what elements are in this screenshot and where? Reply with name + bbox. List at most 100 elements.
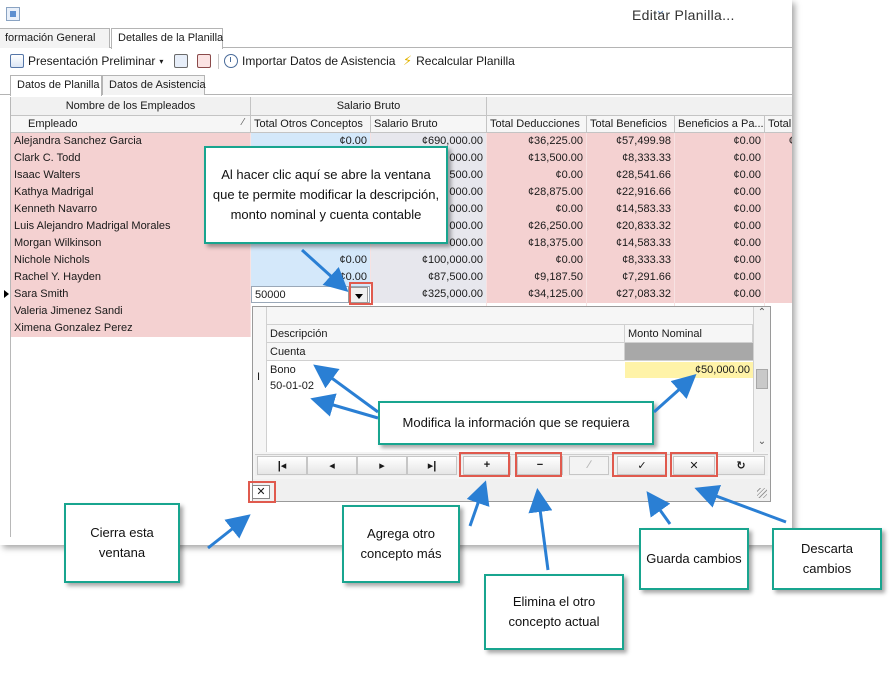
callout-discard: Descarta cambios (772, 528, 882, 590)
popup-sub-amount-blank (625, 343, 753, 361)
cell-beneficios-pa[interactable]: ¢0.00 (675, 133, 765, 150)
popup-footer (253, 479, 770, 501)
nav-edit-button[interactable]: ∕ (569, 456, 609, 475)
cell-beneficios[interactable]: ¢28,541.66 (587, 167, 675, 184)
table-row[interactable]: Rachel Y. Hayden ¢0.00 ¢87,500.00 ¢9,187.50… (11, 269, 792, 286)
cell-total[interactable] (765, 235, 792, 252)
cell-beneficios-pa[interactable]: ¢0.00 (675, 286, 765, 303)
col-header-employee[interactable]: Empleado ⁄ (11, 116, 251, 133)
document-icon[interactable] (197, 54, 211, 68)
nav-prev-button[interactable]: ◂ (307, 456, 357, 475)
cell-beneficios-pa[interactable]: ¢0.00 (675, 184, 765, 201)
cell-deducciones[interactable]: ¢18,375.00 (487, 235, 587, 252)
preview-button[interactable]: Presentación Preliminar ▾ (10, 53, 163, 69)
cell-beneficios[interactable]: ¢22,916.66 (587, 184, 675, 201)
cell-beneficios[interactable]: ¢20,833.32 (587, 218, 675, 235)
cell-total[interactable] (765, 218, 792, 235)
cell-beneficios[interactable]: ¢7,291.66 (587, 269, 675, 286)
cell-beneficios[interactable]: ¢8,333.33 (587, 252, 675, 269)
cell-total[interactable] (765, 269, 792, 286)
cell-deducciones[interactable]: ¢9,187.50 (487, 269, 587, 286)
scroll-down-icon[interactable]: ⌄ (754, 436, 770, 452)
col-header-beneficios[interactable]: Total Beneficios (587, 116, 675, 133)
nav-next-button[interactable]: ▸ (357, 456, 407, 475)
cell-total[interactable]: ¢0 (765, 133, 792, 150)
tab-informacion-general[interactable]: formación General (0, 28, 110, 48)
cell-total[interactable] (765, 286, 792, 303)
scroll-up-icon[interactable]: ⌃ (754, 307, 770, 323)
app-icon (6, 7, 20, 21)
col-header-deducciones[interactable]: Total Deducciones (487, 116, 587, 133)
preview-label: Presentación Preliminar (28, 54, 156, 68)
cell-beneficios[interactable]: ¢14,583.33 (587, 235, 675, 252)
cell-deducciones[interactable]: ¢36,225.00 (487, 133, 587, 150)
popup-description-input[interactable]: Bono (267, 362, 625, 378)
tab-datos-planilla[interactable]: Datos de Planilla (10, 75, 102, 96)
row-indicator (2, 153, 11, 164)
cell-beneficios-pa[interactable]: ¢0.00 (675, 201, 765, 218)
nav-first-button[interactable]: |◂ (257, 456, 307, 475)
nav-last-button[interactable]: ▸| (407, 456, 457, 475)
cell-bruto[interactable]: ¢87,500.00 (371, 269, 487, 286)
tab-detalles-planilla[interactable]: Detalles de la Planilla (111, 28, 223, 49)
dropdown-highlight (349, 282, 373, 305)
cell-deducciones[interactable]: ¢28,875.00 (487, 184, 587, 201)
cell-name[interactable]: Nichole Nichols (11, 252, 251, 269)
cell-total[interactable] (765, 252, 792, 269)
popup-amount-input[interactable]: ¢50,000.00 (625, 362, 753, 378)
band-header-row: Nombre de los Empleados Salario Bruto (11, 97, 792, 116)
import-attendance-button[interactable]: Importar Datos de Asistencia (224, 53, 395, 69)
cell-total[interactable] (765, 167, 792, 184)
title-bar: ⌄ Editar Planilla... (0, 0, 792, 28)
cell-beneficios[interactable]: ¢27,083.32 (587, 286, 675, 303)
cell-name[interactable]: Ximena Gonzalez Perez (11, 320, 251, 337)
col-header-total[interactable]: Total (765, 116, 792, 133)
col-header-beneficios-pa[interactable]: Beneficios a Pa... (675, 116, 765, 133)
cell-beneficios-pa[interactable]: ¢0.00 (675, 252, 765, 269)
cell-beneficios[interactable]: ¢57,499.98 (587, 133, 675, 150)
cell-beneficios-pa[interactable]: ¢0.00 (675, 150, 765, 167)
cell-deducciones[interactable]: ¢13,500.00 (487, 150, 587, 167)
message-icon[interactable] (174, 54, 188, 68)
cell-deducciones[interactable]: ¢26,250.00 (487, 218, 587, 235)
table-row[interactable]: Sara Smith ¢325,000.00 ¢34,125.00 ¢27,083.3… (4, 286, 792, 303)
popup-vertical-scrollbar[interactable]: ⌃ ⌄ (753, 307, 770, 452)
cell-total[interactable] (765, 201, 792, 218)
tab-datos-asistencia[interactable]: Datos de Asistencia (102, 75, 206, 95)
import-label: Importar Datos de Asistencia (242, 54, 396, 68)
col-header-bruto[interactable]: Salario Bruto (371, 116, 487, 133)
cell-beneficios-pa[interactable]: ¢0.00 (675, 167, 765, 184)
cell-deducciones[interactable]: ¢0.00 (487, 167, 587, 184)
recalculate-button[interactable]: ⚡ Recalcular Planilla (403, 53, 515, 69)
cell-beneficios[interactable]: ¢14,583.33 (587, 201, 675, 218)
cell-name[interactable]: Sara Smith (11, 286, 251, 303)
callout-close: Cierra esta ventana (64, 503, 180, 583)
cell-total[interactable] (765, 150, 792, 167)
scroll-thumb[interactable] (756, 369, 768, 389)
print-preview-icon (10, 54, 24, 68)
clock-icon (224, 54, 238, 68)
sort-icon: ⁄ (242, 117, 244, 128)
table-row[interactable]: Nichole Nichols ¢0.00 ¢100,000.00 ¢0.00 ¢8,3… (11, 252, 792, 269)
cell-bruto[interactable]: ¢325,000.00 (371, 286, 487, 303)
cell-bruto[interactable]: ¢100,000.00 (371, 252, 487, 269)
cell-otros[interactable]: ¢0.00 (251, 252, 371, 269)
cell-total[interactable] (765, 184, 792, 201)
resize-grip-icon[interactable] (757, 488, 767, 498)
nav-refresh-button[interactable]: ↻ (717, 456, 765, 475)
cell-beneficios[interactable]: ¢8,333.33 (587, 150, 675, 167)
cell-name[interactable]: Rachel Y. Hayden (11, 269, 251, 286)
row-indicator (2, 238, 11, 249)
cell-beneficios-pa[interactable]: ¢0.00 (675, 235, 765, 252)
cell-deducciones[interactable]: ¢0.00 (487, 252, 587, 269)
popup-col-amount[interactable]: Monto Nominal (625, 325, 753, 343)
cell-beneficios-pa[interactable]: ¢0.00 (675, 269, 765, 286)
cell-deducciones[interactable]: ¢0.00 (487, 201, 587, 218)
cell-deducciones[interactable]: ¢34,125.00 (487, 286, 587, 303)
row-indicator (2, 136, 11, 147)
popup-col-description[interactable]: Descripción (267, 325, 625, 343)
cell-beneficios-pa[interactable]: ¢0.00 (675, 218, 765, 235)
col-header-otros[interactable]: Total Otros Conceptos (251, 116, 371, 133)
popup-account-input[interactable]: 50-01-02 (267, 378, 625, 394)
cell-name[interactable]: Valeria Jimenez Sandi (11, 303, 251, 320)
